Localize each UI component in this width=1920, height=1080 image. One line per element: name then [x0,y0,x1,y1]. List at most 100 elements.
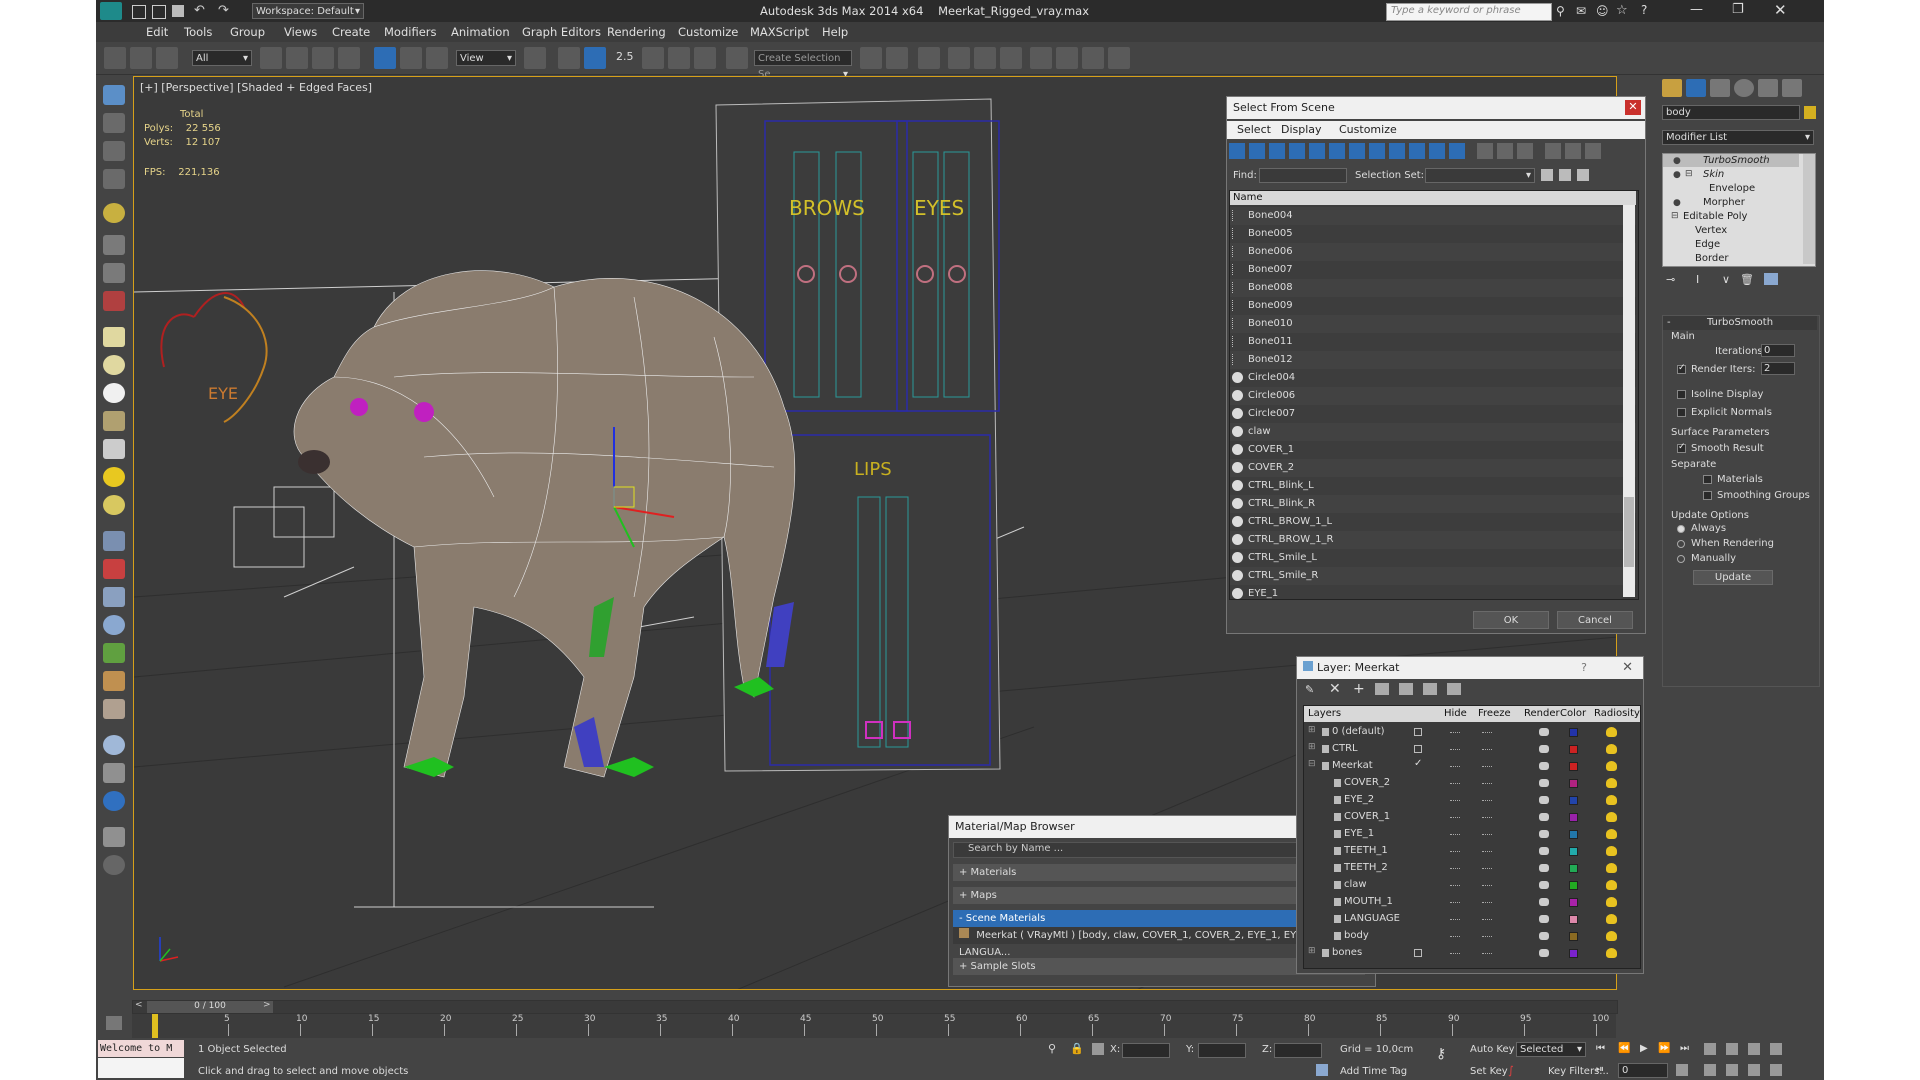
radiosity-icon[interactable] [1606,880,1617,890]
key-mode-dropdown[interactable]: Selected ▾ [1516,1042,1586,1057]
smoothing-groups-checkbox[interactable] [1703,491,1712,500]
highlight-layer-icon[interactable] [1399,683,1413,695]
layer-table[interactable]: Layers Hide Freeze Render Color Radiosit… [1303,705,1641,969]
time-slider-prev[interactable]: < [135,1000,143,1010]
person-icon[interactable] [103,587,125,607]
when-rendering-radio[interactable] [1677,540,1685,548]
sphere-primitive-icon[interactable] [103,355,125,375]
time-config-icon[interactable] [1676,1064,1688,1076]
render-toggle-icon[interactable] [1539,762,1549,770]
x-coordinate-field[interactable] [1122,1043,1170,1058]
list-item[interactable]: CTRL_Blink_L [1230,477,1636,495]
light-bulb-icon[interactable] [103,203,125,223]
z-coordinate-field[interactable] [1274,1043,1322,1058]
set-key-button[interactable]: Set Key [1470,1066,1508,1077]
update-button[interactable]: Update [1693,570,1773,585]
layer-color-swatch[interactable] [1569,762,1578,771]
display-groups-icon[interactable] [1349,143,1365,159]
radiosity-icon[interactable] [1606,761,1617,771]
percent-snap-icon[interactable] [668,47,690,69]
expand-icon[interactable]: ⊟ [1685,169,1693,179]
eye-control[interactable]: EYE [160,292,268,423]
layer-current-checkbox[interactable] [1414,728,1422,736]
light-bulb-icon[interactable]: ● [1673,156,1681,166]
zoom-extents-all-icon[interactable] [1770,1043,1782,1055]
modifier-stack[interactable]: ● TurboSmooth ● ⊟ Skin Envelope ● Morphe… [1662,153,1816,267]
list-item[interactable]: Bone005 [1230,225,1636,243]
unlink-icon[interactable] [130,47,152,69]
freeze-toggle[interactable] [1482,902,1492,904]
particles-icon[interactable] [103,531,125,551]
column-color[interactable]: Color [1560,708,1586,719]
list-item[interactable]: Bone007 [1230,261,1636,279]
undo-icon[interactable]: ↶ [194,3,205,18]
pan-icon[interactable] [1726,1064,1738,1076]
binoculars-icon[interactable]: ⚲ [1556,4,1565,18]
column-radiosity[interactable]: Radiosity [1594,708,1640,719]
close-icon[interactable]: ✕ [1774,1,1787,19]
time-slider-thumb[interactable]: 0 / 100 [147,1001,273,1013]
cone-icon[interactable] [103,439,125,459]
menu-tools[interactable]: Tools [184,25,212,39]
list-item[interactable]: Bone011 [1230,333,1636,351]
radiosity-icon[interactable] [1606,829,1617,839]
filter-icon[interactable] [1545,143,1561,159]
table-icon[interactable] [103,169,125,189]
render-setup-icon[interactable] [1056,47,1078,69]
display-shapes-icon[interactable] [1249,143,1265,159]
radiosity-icon[interactable] [1606,897,1617,907]
hide-toggle[interactable] [1450,953,1460,955]
globe-icon[interactable] [103,495,125,515]
uv-icon[interactable] [103,763,125,783]
link-icon[interactable] [104,47,126,69]
invert-display-icon[interactable] [1517,143,1533,159]
render-production-icon[interactable] [1108,47,1130,69]
radiosity-icon[interactable] [1606,744,1617,754]
hide-toggle[interactable] [1450,749,1460,751]
orbit-icon[interactable] [1748,1064,1760,1076]
hide-toggle[interactable] [1450,800,1460,802]
time-slider[interactable]: < 0 / 100 > [132,1000,1618,1014]
open-file-icon[interactable] [152,5,166,19]
layer-row[interactable]: COVER_1 [1304,809,1636,826]
render-icon[interactable] [103,113,125,133]
render-toggle-icon[interactable] [1539,745,1549,753]
material-editor-icon[interactable] [1030,47,1052,69]
layer-color-swatch[interactable] [1569,779,1578,788]
communication-icon[interactable]: ✉ [1576,4,1586,18]
layer-row[interactable]: LANGUAGE [1304,911,1636,928]
layer-current-checkbox[interactable] [1414,949,1422,957]
stack-vertex-label[interactable]: Vertex [1695,225,1727,236]
list-item[interactable]: Bone004 [1230,207,1636,225]
help-circle-icon[interactable] [103,855,125,875]
display-frozen-icon[interactable] [1429,143,1445,159]
hide-toggle[interactable] [1450,919,1460,921]
time-slider-next[interactable]: > [263,1000,271,1010]
keyboard-shortcut-toggle-icon[interactable] [584,47,606,69]
select-objects-icon[interactable] [1375,683,1389,695]
display-bones-icon[interactable] [1389,143,1405,159]
reference-coord-dropdown[interactable]: View ▾ [456,50,516,66]
rendered-frame-window-icon[interactable] [1082,47,1104,69]
menu-display[interactable]: Display [1281,123,1322,136]
delete-layer-icon[interactable]: ✕ [1329,681,1341,697]
circle-icon[interactable] [103,383,125,403]
layer-dialog[interactable]: Layer: Meerkat ? ✕ ✎ ✕ + Layers Hide Fre… [1296,656,1644,974]
radiosity-icon[interactable] [1606,931,1617,941]
display-spacewarps-icon[interactable] [1329,143,1345,159]
graphite-ribbon-icon[interactable] [948,47,970,69]
modify-tab-icon[interactable] [1686,79,1706,97]
menu-edit[interactable]: Edit [146,25,168,39]
maximize-viewport-icon[interactable] [1770,1064,1782,1076]
space-warp-icon[interactable] [103,291,125,311]
current-frame-field[interactable]: 0 [1618,1063,1668,1078]
options-icon[interactable] [1565,143,1581,159]
expand-icon[interactable]: ⊞ [1308,946,1316,956]
menu-rendering[interactable]: Rendering [607,25,666,39]
layer-current-checkbox[interactable] [1414,745,1422,753]
stack-envelope-label[interactable]: Envelope [1709,183,1755,194]
pin-stack-icon[interactable]: ⊸ [1666,273,1675,286]
lock-icon[interactable]: 🔒 [1070,1042,1084,1055]
filter-curve-icon[interactable] [106,1016,122,1030]
layer-current-checkbox[interactable]: ✓ [1414,758,1422,769]
